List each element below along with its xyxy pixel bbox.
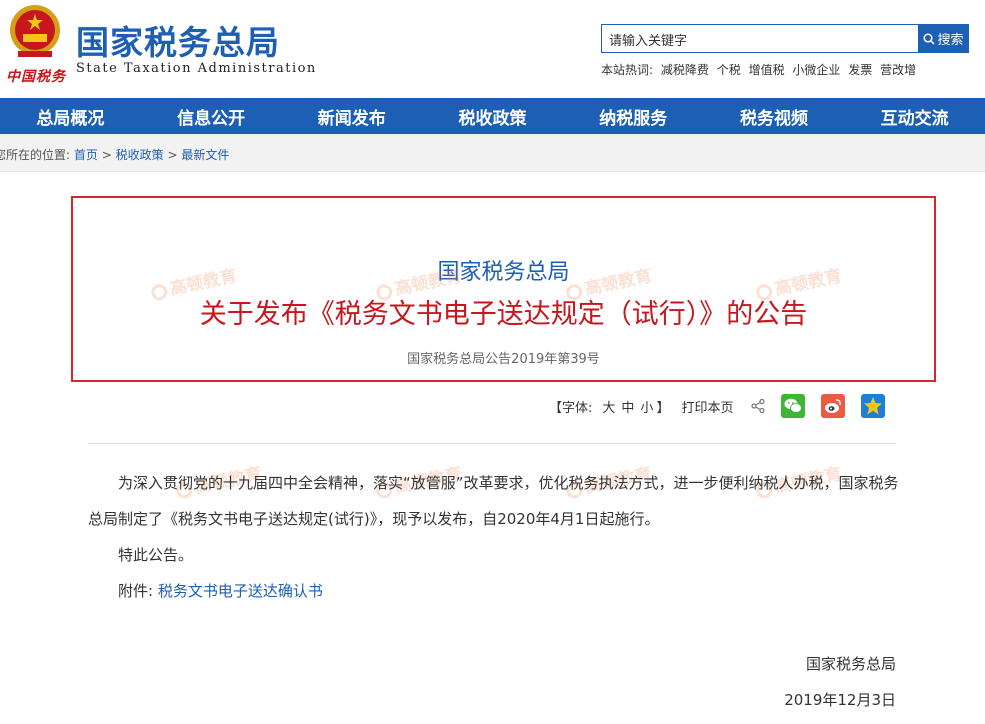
nav-item-interaction[interactable]: 互动交流 xyxy=(844,98,985,134)
search-button-label: 搜索 xyxy=(937,33,964,48)
star-icon xyxy=(864,397,883,415)
search-input[interactable]: 请输入关键字 xyxy=(601,24,919,53)
hot-term[interactable]: 减税降费 xyxy=(661,63,709,77)
font-size-small[interactable]: 小 xyxy=(640,397,653,416)
font-size-medium[interactable]: 中 xyxy=(621,397,634,416)
weibo-share-button[interactable] xyxy=(821,394,846,418)
wechat-icon xyxy=(784,398,803,413)
hot-terms: 本站热词: 减税降费 个税 增值税 小微企业 发票 营改增 xyxy=(601,61,920,78)
font-size-large[interactable]: 大 xyxy=(602,397,615,416)
attachment-label: 附件: xyxy=(118,582,154,600)
hot-term[interactable]: 个税 xyxy=(717,63,741,77)
breadcrumb-latest-docs[interactable]: 最新文件 xyxy=(181,148,229,162)
main-nav: 总局概况 信息公开 新闻发布 税收政策 纳税服务 税务视频 互动交流 xyxy=(0,98,985,134)
wechat-share-button[interactable] xyxy=(781,394,806,418)
weibo-icon xyxy=(825,399,842,413)
nav-item-overview[interactable]: 总局概况 xyxy=(0,98,141,134)
nav-item-info-disclosure[interactable]: 信息公开 xyxy=(141,98,282,134)
font-size-label: 【字体: xyxy=(549,400,593,416)
breadcrumb: 您所在的位置: 首页 > 税收政策 > 最新文件 xyxy=(0,134,985,172)
document-signer: 国家税务总局 xyxy=(805,655,896,673)
document-title-box: 国家税务总局 关于发布《税务文书电子送达规定（试行）》的公告 国家税务总局公告2… xyxy=(71,196,936,382)
hot-term[interactable]: 增值税 xyxy=(749,63,785,77)
font-size-label-close: 】 xyxy=(656,400,670,416)
document-date: 2019年12月3日 xyxy=(784,691,896,709)
qzone-share-button[interactable] xyxy=(861,394,886,418)
divider xyxy=(88,443,896,444)
share-icon[interactable] xyxy=(751,399,766,413)
hot-term[interactable]: 营改增 xyxy=(880,63,916,77)
breadcrumb-prefix: 您所在的位置: xyxy=(0,148,71,162)
attachment-link[interactable]: 税务文书电子送达确认书 xyxy=(158,582,323,600)
article-toolbar: 【字体: 大 中 小 】 打印本页 xyxy=(549,392,886,420)
document-issuer: 国家税务总局 xyxy=(437,260,570,285)
document-body-paragraph: 为深入贯彻党的十九届四中全会精神，落实“放管服”改革要求，优化税务执法方式，进一… xyxy=(88,474,899,528)
hot-terms-label: 本站热词: xyxy=(601,63,654,77)
site-name[interactable]: 国家税务总局 xyxy=(76,16,280,64)
breadcrumb-tax-policy[interactable]: 税收政策 xyxy=(116,148,164,162)
nav-item-taxpayer-service[interactable]: 纳税服务 xyxy=(563,98,704,134)
emblem-caption: 中国税务 xyxy=(6,69,66,85)
breadcrumb-separator: > xyxy=(167,148,178,162)
document-closing-remark: 特此公告。 xyxy=(118,546,194,564)
nav-item-tax-policy[interactable]: 税收政策 xyxy=(422,98,563,134)
hot-term[interactable]: 小微企业 xyxy=(792,63,840,77)
search-button[interactable]: 搜索 xyxy=(918,24,969,53)
breadcrumb-separator: > xyxy=(101,148,112,162)
national-emblem-icon xyxy=(10,5,60,57)
site-name-english: State Taxation Administration xyxy=(76,61,317,76)
breadcrumb-home[interactable]: 首页 xyxy=(74,148,98,162)
document-attachment: 附件: 税务文书电子送达确认书 xyxy=(118,573,323,609)
nav-item-news[interactable]: 新闻发布 xyxy=(281,98,422,134)
document-number: 国家税务总局公告2019年第39号 xyxy=(407,352,600,367)
site-header: 中国税务 国家税务总局 State Taxation Administratio… xyxy=(0,0,985,98)
search-icon xyxy=(923,32,936,45)
hot-term[interactable]: 发票 xyxy=(848,63,872,77)
document-title: 关于发布《税务文书电子送达规定（试行）》的公告 xyxy=(199,299,808,330)
nav-item-tax-video[interactable]: 税务视频 xyxy=(704,98,845,134)
print-button[interactable]: 打印本页 xyxy=(681,397,733,416)
